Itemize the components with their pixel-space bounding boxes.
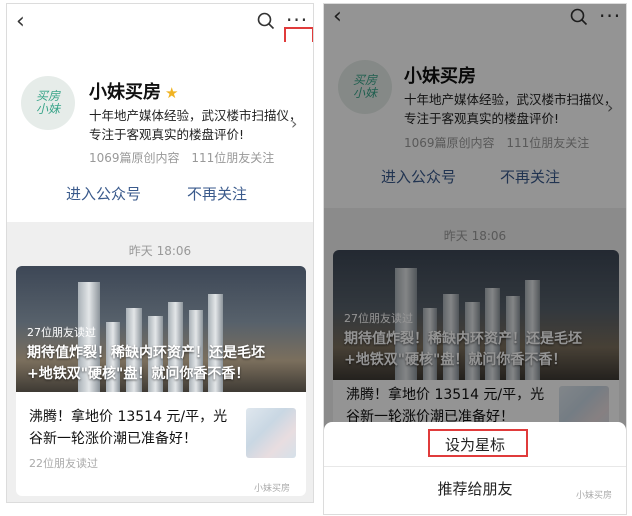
watermark: 小妹买房 (576, 491, 613, 501)
right-screen: ‹ ··· 买房 小妹 小妹买房 十年地产媒体经验，武汉楼市扫描仪， 专注于客观… (323, 3, 627, 515)
left-screen: ‹ ··· 买房 小妹 小妹买房 ★ 十年地产媒体经验，武汉楼市扫描仪， 专注于客… (6, 3, 314, 503)
account-name: 小妹买房 ★ (89, 78, 178, 104)
article-readers: 22位朋友读过 (29, 457, 98, 470)
star-icon: ★ (165, 84, 179, 102)
enter-account-button[interactable]: 进入公众号 (66, 183, 141, 204)
avatar[interactable]: 买房 小妹 (21, 76, 75, 130)
highlight-box (428, 429, 528, 457)
friends-following: 111位朋友关注 (191, 151, 275, 165)
description-line-1: 十年地产媒体经验，武汉楼市扫描仪， (89, 108, 302, 123)
search-icon[interactable] (257, 12, 275, 30)
article-title-line-1: 沸腾！拿地价 13514 元/平，光 (29, 409, 228, 425)
article-title-line-2: 谷新一轮涨价潮已准备好！ (29, 431, 197, 447)
hero-title: 期待值炸裂！稀缺内环资产！还是毛坯 +地铁双"硬核"盘！就问你香不香！ (27, 343, 265, 385)
unfollow-button[interactable]: 不再关注 (187, 183, 247, 204)
account-description: 十年地产媒体经验，武汉楼市扫描仪， 专注于客观真实的楼盘评价! (89, 106, 302, 144)
hero-title-line-2: +地铁双"硬核"盘！就问你香不香！ (27, 366, 250, 382)
action-sheet: 设为星标 推荐给朋友 小妹买房 (324, 422, 626, 514)
profile-card: 买房 小妹 小妹买房 ★ 十年地产媒体经验，武汉楼市扫描仪， 专注于客观真实的楼盘… (7, 42, 313, 222)
avatar-text-bottom: 小妹 (35, 102, 60, 116)
account-stats: 1069篇原创内容 111位朋友关注 (89, 149, 282, 166)
feed-timestamp: 昨天 18:06 (128, 244, 192, 258)
chevron-right-icon[interactable]: › (291, 114, 297, 133)
more-icon[interactable]: ··· (286, 10, 308, 30)
hero-article[interactable]: 27位朋友读过 期待值炸裂！稀缺内环资产！还是毛坯 +地铁双"硬核"盘！就问你香… (16, 266, 306, 392)
account-name-text: 小妹买房 (89, 82, 161, 103)
original-count: 1069篇原创内容 (89, 151, 180, 165)
hero-readers: 27位朋友读过 (27, 326, 96, 339)
hero-title-line-1: 期待值炸裂！稀缺内环资产！还是毛坯 (27, 345, 265, 361)
article-thumbnail[interactable] (246, 408, 296, 458)
nav-bar: ‹ ··· (7, 4, 313, 45)
article-title[interactable]: 沸腾！拿地价 13514 元/平，光 谷新一轮涨价潮已准备好！ (29, 406, 227, 450)
article-card: 27位朋友读过 期待值炸裂！稀缺内环资产！还是毛坯 +地铁双"硬核"盘！就问你香… (16, 266, 306, 496)
watermark: 小妹买房 (254, 484, 291, 494)
back-icon[interactable]: ‹ (16, 11, 25, 33)
description-line-2: 专注于客观真实的楼盘评价! (89, 127, 245, 142)
sheet-divider (324, 466, 626, 467)
